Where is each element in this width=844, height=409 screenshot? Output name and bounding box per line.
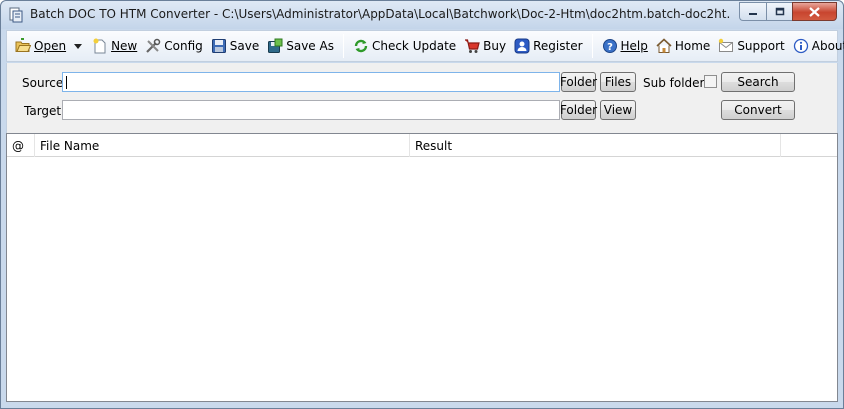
open-dropdown-arrow[interactable]: [74, 43, 83, 49]
minimize-icon: [749, 12, 757, 15]
config-button[interactable]: Config: [141, 34, 207, 58]
options-panel: Source Folder Files Sub folders Search T…: [6, 63, 838, 133]
tools-icon: [146, 38, 161, 53]
home-button[interactable]: Home: [652, 34, 714, 58]
help-icon: ?: [602, 39, 617, 53]
home-icon: [656, 38, 672, 53]
target-label: Target: [24, 104, 62, 118]
buy-label: Buy: [483, 39, 507, 53]
save-as-button[interactable]: Save As: [263, 34, 338, 58]
save-as-label: Save As: [286, 39, 334, 53]
subfolders-label: Sub folders: [643, 76, 711, 90]
help-label: Help: [620, 39, 648, 53]
info-icon: [793, 38, 808, 54]
text-caret: [66, 76, 67, 89]
maximize-icon: [775, 7, 784, 16]
target-input-box[interactable]: [63, 101, 559, 119]
save-label: Save: [229, 39, 260, 53]
svg-text:?: ?: [607, 42, 613, 53]
subfolders-checkbox[interactable]: [704, 75, 717, 88]
column-header-result[interactable]: Result: [410, 134, 781, 157]
close-button[interactable]: [792, 2, 837, 21]
register-user-icon: [514, 38, 530, 54]
help-button[interactable]: ? Help: [598, 34, 652, 58]
target-folder-button[interactable]: Folder: [560, 100, 597, 120]
caption-buttons: [739, 2, 837, 21]
support-label: Support: [737, 39, 785, 53]
window-title: Batch DOC TO HTM Converter - C:\Users\Ad…: [30, 7, 730, 21]
refresh-icon: [354, 39, 368, 53]
open-button[interactable]: Open: [11, 34, 70, 58]
about-label: About: [811, 39, 844, 53]
column-header-file-name[interactable]: File Name: [35, 134, 410, 157]
source-files-button[interactable]: Files: [600, 72, 636, 92]
toolbar: Open New Config Save Save As Check Updat…: [6, 30, 844, 62]
list-header: @ File Name Result: [7, 134, 837, 157]
about-button[interactable]: About: [789, 34, 844, 58]
toolbar-separator: [342, 34, 344, 58]
support-button[interactable]: Support: [714, 34, 788, 58]
open-label: Open: [34, 39, 67, 53]
file-list[interactable]: @ File Name Result: [6, 133, 838, 402]
app-window: Batch DOC TO HTM Converter - C:\Users\Ad…: [0, 0, 844, 409]
source-label: Source: [22, 76, 64, 90]
folder-open-icon: [15, 38, 31, 52]
register-label: Register: [533, 39, 583, 53]
title-bar[interactable]: Batch DOC TO HTM Converter - C:\Users\Ad…: [1, 1, 843, 29]
source-folder-button[interactable]: Folder: [560, 72, 597, 92]
new-button[interactable]: New: [88, 34, 141, 58]
new-file-icon: [93, 38, 106, 54]
minimize-button[interactable]: [739, 2, 766, 21]
shopping-cart-icon: [465, 39, 480, 53]
maximize-button[interactable]: [766, 2, 792, 21]
close-icon: [809, 6, 820, 17]
mail-support-icon: [719, 38, 734, 52]
column-header-status[interactable]: @: [7, 134, 35, 157]
home-label: Home: [674, 39, 711, 53]
config-label: Config: [164, 39, 203, 53]
source-input-box[interactable]: [63, 73, 559, 91]
view-button[interactable]: View: [600, 100, 636, 120]
new-label: New: [111, 39, 138, 53]
search-button[interactable]: Search: [721, 72, 795, 92]
app-icon: [9, 7, 23, 23]
check-update-button[interactable]: Check Update: [349, 34, 460, 58]
convert-button[interactable]: Convert: [721, 100, 795, 120]
source-input[interactable]: [62, 72, 560, 92]
register-button[interactable]: Register: [510, 34, 586, 58]
floppy-disk-icon: [211, 39, 226, 53]
target-input[interactable]: [62, 100, 560, 120]
save-button[interactable]: Save: [207, 34, 263, 58]
check-update-label: Check Update: [371, 39, 457, 53]
toolbar-separator: [591, 34, 593, 58]
list-body[interactable]: [7, 157, 837, 401]
save-as-icon: [268, 38, 283, 53]
buy-button[interactable]: Buy: [460, 34, 510, 58]
